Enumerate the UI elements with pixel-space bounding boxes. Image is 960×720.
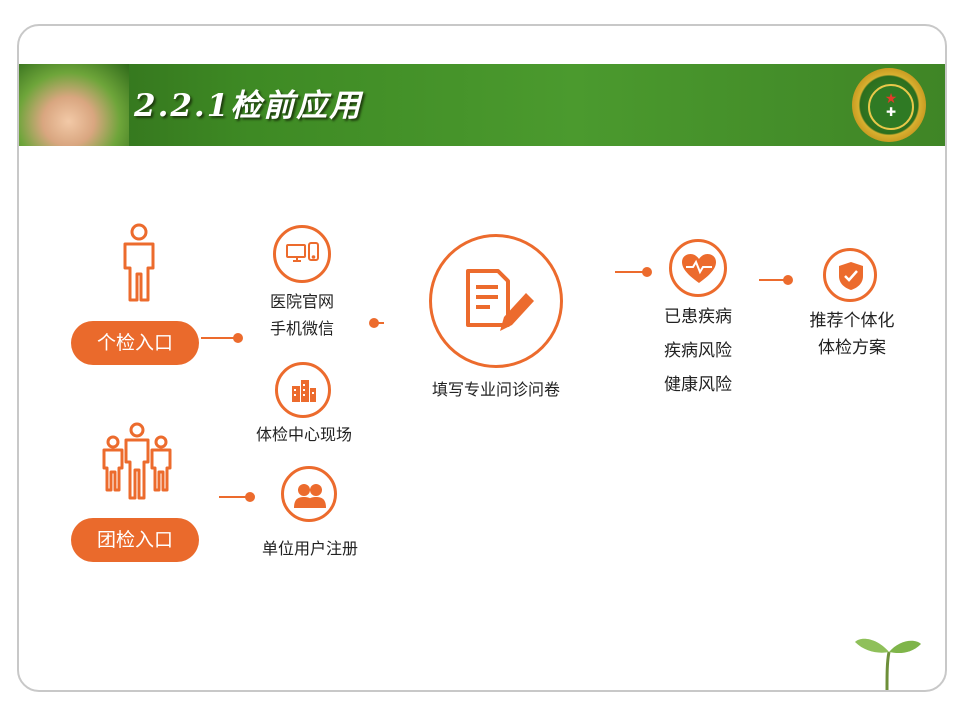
online-channel-circle bbox=[273, 225, 331, 283]
questionnaire-circle bbox=[429, 234, 563, 368]
connector-dot bbox=[783, 275, 793, 285]
person-icon bbox=[123, 223, 155, 302]
slide-title: 2.2.1检前应用 bbox=[134, 88, 363, 124]
shield-check-icon bbox=[839, 262, 863, 290]
building-icon bbox=[292, 380, 316, 402]
slide-frame: 2.2.1检前应用 ★ ✚ 个检入口 团检入口 医院官网 手机微信 体检中心现场… bbox=[17, 24, 947, 692]
hospital-emblem-logo: ★ ✚ bbox=[852, 68, 926, 142]
unit-channel-circle bbox=[281, 466, 337, 522]
risk-label-2: 疾病风险 bbox=[664, 341, 732, 361]
devices-icon bbox=[286, 242, 319, 262]
onsite-channel-label: 体检中心现场 bbox=[255, 425, 352, 444]
caduceus-icon: ✚ bbox=[885, 105, 897, 119]
sprout-decoration bbox=[855, 638, 921, 690]
connector-line bbox=[374, 322, 384, 324]
users-icon bbox=[294, 484, 326, 508]
connector-dot bbox=[233, 333, 243, 343]
sprout-hand-photo bbox=[19, 64, 129, 146]
star-icon: ★ bbox=[884, 91, 898, 107]
heart-pulse-icon bbox=[682, 254, 716, 283]
questionnaire-label: 填写专业问诊问卷 bbox=[431, 380, 560, 399]
risks-circle bbox=[669, 239, 727, 297]
risk-label-1: 已患疾病 bbox=[664, 307, 732, 327]
group-icon bbox=[102, 422, 172, 500]
onsite-channel-circle bbox=[275, 362, 331, 418]
recommendation-label-2: 体检方案 bbox=[818, 338, 886, 358]
recommendation-label-1: 推荐个体化 bbox=[809, 311, 895, 331]
connector-dot bbox=[642, 267, 652, 277]
risk-label-3: 健康风险 bbox=[664, 375, 732, 395]
individual-entry-button[interactable]: 个检入口 bbox=[71, 321, 199, 365]
recommendation-circle bbox=[823, 248, 877, 302]
online-channel-label-2: 手机微信 bbox=[269, 319, 334, 338]
group-entry-button[interactable]: 团检入口 bbox=[71, 518, 199, 562]
online-channel-label-1: 医院官网 bbox=[269, 292, 334, 311]
unit-channel-label: 单位用户注册 bbox=[261, 539, 358, 558]
connector-dot bbox=[245, 492, 255, 502]
document-pen-icon bbox=[466, 269, 534, 331]
title-banner: 2.2.1检前应用 ★ ✚ bbox=[19, 64, 945, 146]
